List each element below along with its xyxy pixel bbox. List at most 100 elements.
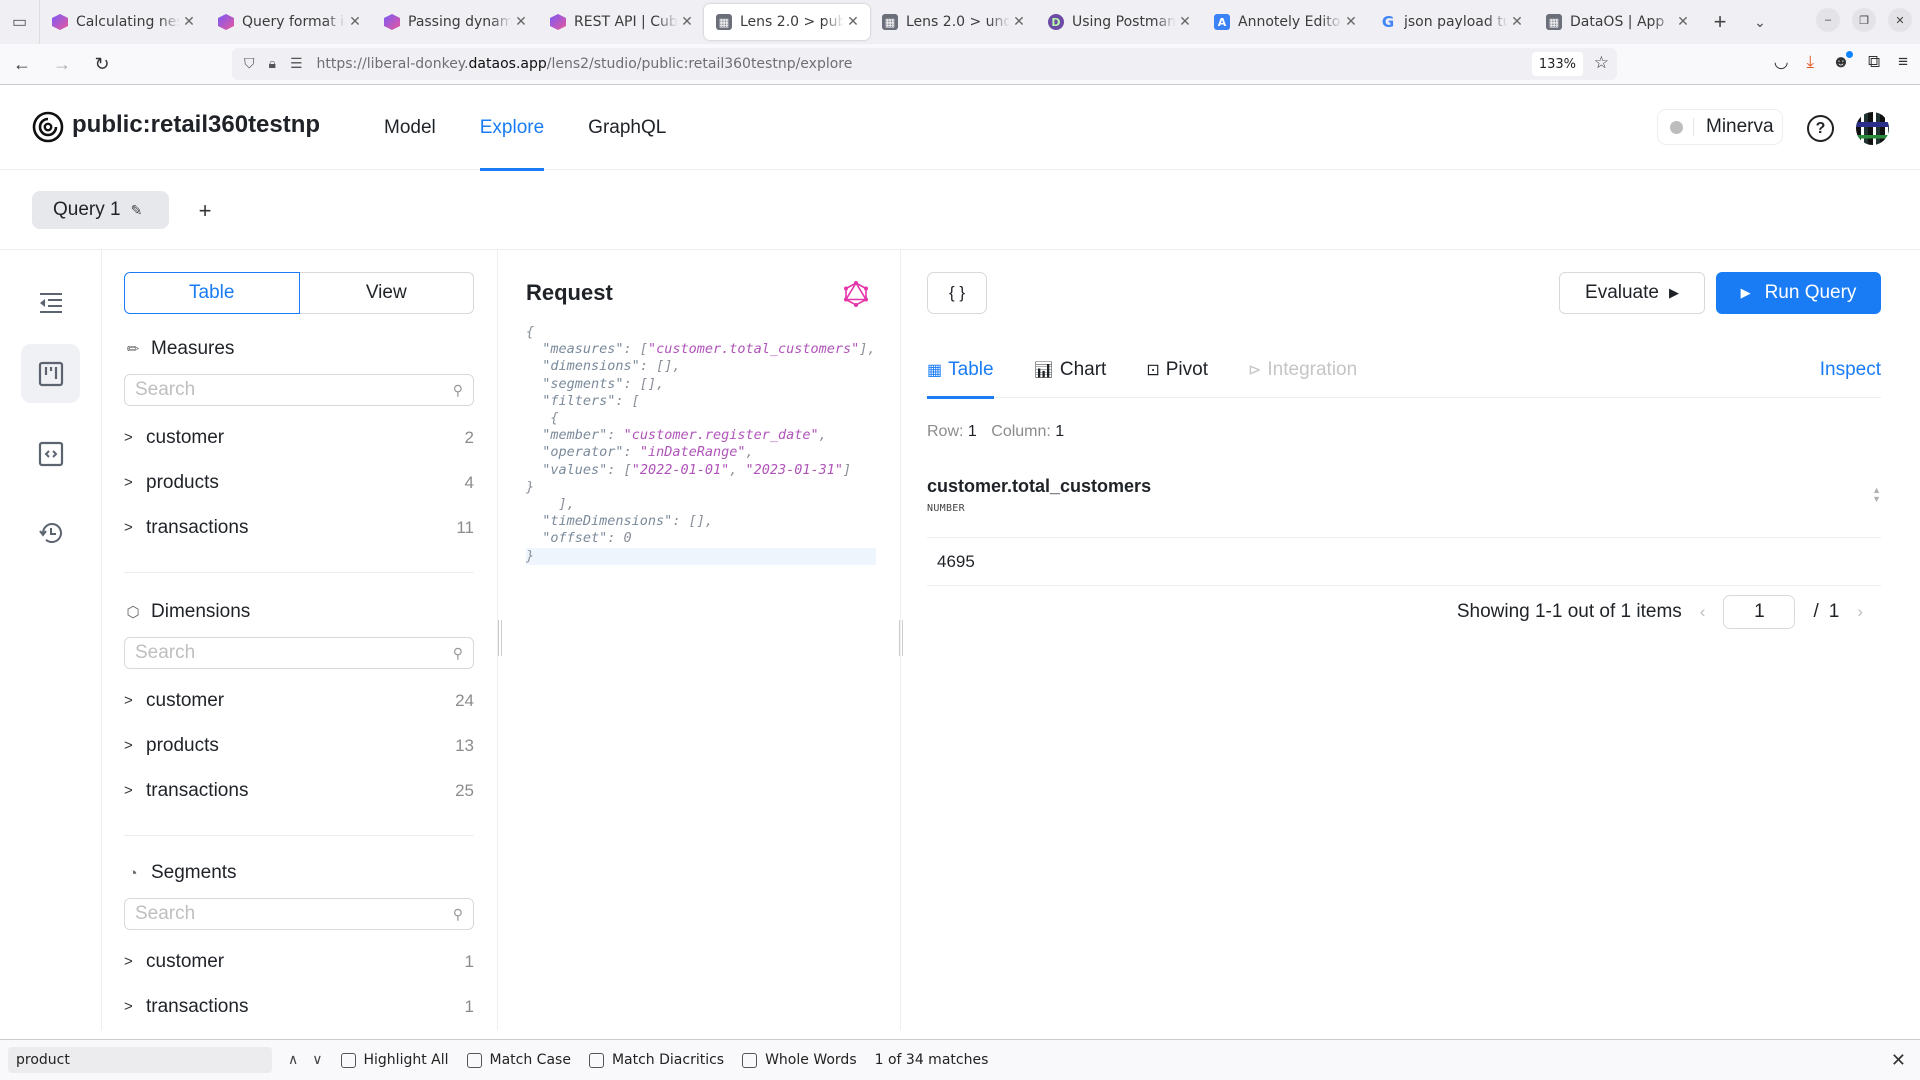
tab-chart[interactable]: 📊︎ Chart xyxy=(1034,342,1107,398)
reload-button[interactable]: ↻ xyxy=(84,49,120,79)
tree-item-products[interactable]: > products 4 xyxy=(124,460,474,505)
zoom-level-badge[interactable]: 133% xyxy=(1531,52,1583,76)
find-option-highlight-all[interactable]: Highlight All xyxy=(340,1052,449,1068)
browser-tab[interactable]: ▦ Lens 2.0 > undef✕ xyxy=(870,4,1036,40)
browser-tab[interactable]: REST API | Cube ✕ xyxy=(538,4,704,40)
close-tab-icon[interactable]: ✕ xyxy=(180,14,198,30)
collapse-panel-button[interactable] xyxy=(21,273,80,332)
tree-item-customer[interactable]: > customer 24 xyxy=(124,678,474,723)
close-window-button[interactable]: ✕ xyxy=(1888,8,1912,32)
edit-pencil-icon[interactable]: ✎ xyxy=(131,202,143,219)
segments-search-input[interactable] xyxy=(135,903,453,925)
restore-button[interactable]: ❐ xyxy=(1852,8,1876,32)
find-option-label: Match Diacritics xyxy=(611,1052,725,1068)
browser-tab[interactable]: ▦ DataOS | App ✕ xyxy=(1534,4,1700,40)
back-button[interactable]: ← xyxy=(4,49,40,79)
page-number-input[interactable] xyxy=(1723,595,1796,629)
graphql-icon[interactable] xyxy=(842,280,870,308)
close-tab-icon[interactable]: ✕ xyxy=(346,14,364,30)
column-header[interactable]: customer.total_customers NUMBER ▲ ▼ xyxy=(927,476,1881,538)
tree-item-customer[interactable]: > customer 1 xyxy=(124,939,474,984)
browser-tab[interactable]: Calculating nested✕ xyxy=(40,4,206,40)
prev-page-icon[interactable]: ‹ xyxy=(1700,602,1706,622)
account-icon[interactable]: ☻ xyxy=(1832,51,1853,72)
measures-search-input[interactable] xyxy=(135,379,453,401)
tab-table[interactable]: ▦ Table xyxy=(927,342,994,399)
toggle-view[interactable]: View xyxy=(299,272,474,314)
find-input[interactable] xyxy=(8,1047,272,1073)
close-tab-icon[interactable]: ✕ xyxy=(1342,14,1360,30)
browser-tab[interactable]: Gjson payload tut ✕ xyxy=(1368,4,1534,40)
downloads-icon[interactable]: ⤓ xyxy=(1807,52,1815,72)
next-page-icon[interactable]: › xyxy=(1857,602,1863,622)
close-find-bar-button[interactable]: ✕ xyxy=(1891,1050,1906,1071)
code-view-button[interactable] xyxy=(21,424,80,483)
menu-icon[interactable]: ≡ xyxy=(1898,52,1908,72)
tab-pivot[interactable]: ⊡ Pivot xyxy=(1146,342,1208,398)
find-option-match-case[interactable]: Match Case xyxy=(466,1052,571,1068)
close-tab-icon[interactable]: ✕ xyxy=(1508,14,1526,30)
list-all-tabs-button[interactable]: ⌄ xyxy=(1740,14,1780,31)
inspect-link[interactable]: Inspect xyxy=(1820,342,1881,398)
tree-item-transactions[interactable]: > transactions 1 xyxy=(124,984,474,1029)
browser-tab-title: Passing dynamic xyxy=(408,14,512,30)
extensions-icon[interactable]: ⧉ xyxy=(1868,52,1880,72)
browser-tab[interactable]: Passing dynamic✕ xyxy=(372,4,538,40)
user-avatar[interactable] xyxy=(1856,112,1889,145)
json-view-button[interactable]: { } xyxy=(927,272,987,314)
close-tab-icon[interactable]: ✕ xyxy=(1176,14,1194,30)
tree-item-products[interactable]: > products 13 xyxy=(124,723,474,768)
browser-tab[interactable]: D Using Postman ✕ xyxy=(1036,4,1202,40)
minimize-button[interactable]: – xyxy=(1816,8,1840,32)
browser-tab[interactable]: Query format in ✕ xyxy=(206,4,372,40)
close-tab-icon[interactable]: ✕ xyxy=(678,14,696,30)
close-tab-icon[interactable]: ✕ xyxy=(512,14,530,30)
history-button[interactable] xyxy=(21,503,80,562)
query-tab-1[interactable]: Query 1 ✎ xyxy=(32,191,169,229)
run-query-button[interactable]: ▶ Run Query xyxy=(1716,272,1881,314)
measures-search[interactable]: ⚲ xyxy=(124,374,474,406)
close-tab-icon[interactable]: ✕ xyxy=(844,14,862,30)
tree-item-transactions[interactable]: > transactions 25 xyxy=(124,768,474,813)
close-tab-icon[interactable]: ✕ xyxy=(1674,14,1692,30)
tab-integration[interactable]: ⊳ Integration xyxy=(1248,342,1357,398)
help-icon[interactable]: ? xyxy=(1807,115,1834,142)
code-line: "values": ["2022-01-01", "2023-01-31"] xyxy=(542,461,852,478)
sort-icon[interactable]: ▲ ▼ xyxy=(1872,486,1881,504)
nav-graphql[interactable]: GraphQL xyxy=(588,85,666,170)
add-query-button[interactable]: + xyxy=(188,194,222,228)
dimensions-search-input[interactable] xyxy=(135,642,453,664)
checkbox[interactable] xyxy=(588,1052,604,1068)
find-next-button[interactable]: ∨ xyxy=(312,1052,322,1068)
cluster-status-dot xyxy=(1670,120,1683,134)
url-bar[interactable]: ⛉ 🔒︎ ☰ https://liberal-donkey. dataos.app… xyxy=(232,48,1617,80)
find-option-whole-words[interactable]: Whole Words xyxy=(742,1052,857,1068)
bookmark-star-icon[interactable]: ☆ xyxy=(1594,53,1609,73)
nav-model[interactable]: Model xyxy=(384,85,436,170)
new-tab-button[interactable]: + xyxy=(1700,9,1740,35)
forward-button[interactable]: → xyxy=(44,49,80,79)
url-prefix: https://liberal-donkey. xyxy=(316,56,469,72)
evaluate-button[interactable]: Evaluate ▶ xyxy=(1559,272,1705,314)
checkbox[interactable] xyxy=(340,1052,356,1068)
browser-tab[interactable]: ▦ Lens 2.0 > public✕ xyxy=(704,4,870,40)
code-line: { xyxy=(526,324,535,340)
tab-list-button[interactable]: ▭ xyxy=(0,0,40,44)
checkbox[interactable] xyxy=(742,1052,758,1068)
cluster-selector[interactable]: Minerva xyxy=(1657,109,1783,145)
tree-item-transactions[interactable]: > transactions 11 xyxy=(124,505,474,550)
segments-search[interactable]: ⚲ xyxy=(124,898,474,930)
toggle-table[interactable]: Table xyxy=(124,272,300,314)
tree-item-customer[interactable]: > customer 2 xyxy=(124,415,474,460)
lens-logo-icon xyxy=(32,111,64,143)
nav-explore[interactable]: Explore xyxy=(479,85,545,171)
find-previous-button[interactable]: ∧ xyxy=(288,1052,298,1068)
pocket-icon[interactable]: ◡ xyxy=(1774,52,1789,72)
request-json-editor[interactable]: { "measures": ["customer.total_customers… xyxy=(526,324,876,565)
schema-view-button[interactable] xyxy=(21,344,80,403)
find-option-match-diacritics[interactable]: Match Diacritics xyxy=(588,1052,725,1068)
close-tab-icon[interactable]: ✕ xyxy=(1010,14,1028,30)
checkbox[interactable] xyxy=(466,1052,482,1068)
dimensions-search[interactable]: ⚲ xyxy=(124,637,474,669)
browser-tab[interactable]: A Annotely Editor ✕ xyxy=(1202,4,1368,40)
